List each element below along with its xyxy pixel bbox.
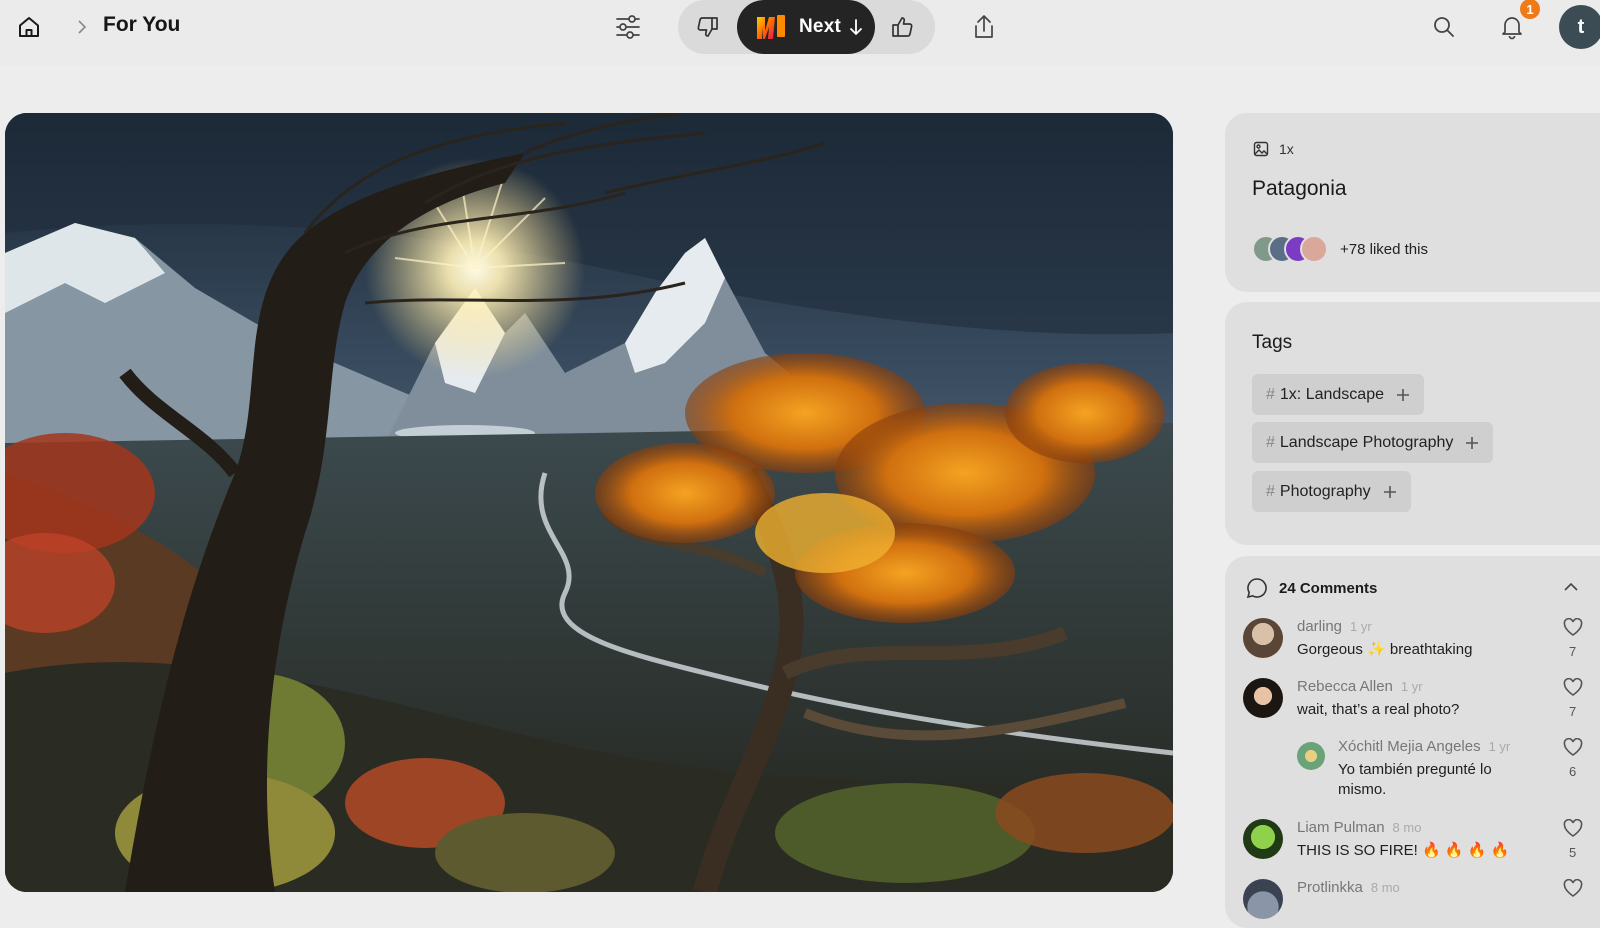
share-icon <box>975 15 993 38</box>
comment-like-count: 6 <box>1569 764 1577 779</box>
tag-hash: # <box>1266 482 1275 500</box>
post-title: Patagonia <box>1252 177 1347 200</box>
share-button[interactable] <box>967 9 1001 45</box>
heart-icon[interactable] <box>1563 678 1583 696</box>
home-icon <box>19 17 39 37</box>
comment-text: THIS IS SO FIRE! 🔥 🔥 🔥 🔥 <box>1297 842 1510 859</box>
comments-panel: 24 Comments darling 1 yr Gorgeous ✨ breat… <box>1225 556 1600 928</box>
comment-author[interactable]: Xóchitl Mejia Angeles 1 yr <box>1338 738 1510 755</box>
image-icon <box>1253 141 1269 157</box>
thumbs-up-icon <box>892 17 913 37</box>
like-button[interactable] <box>886 10 920 44</box>
comment-like-count: 5 <box>1569 845 1577 860</box>
tag-label: 1x: Landscape <box>1279 385 1384 403</box>
comments-count: 24 Comments <box>1279 579 1378 597</box>
tag-chip[interactable]: # 1x: Landscape <box>1252 374 1424 415</box>
author-name: Xóchitl Mejia Angeles <box>1338 738 1481 755</box>
author-name: darling <box>1297 618 1343 635</box>
tag-chip[interactable]: # Photography <box>1252 471 1411 512</box>
commenter-avatar[interactable] <box>1243 618 1283 658</box>
plus-icon[interactable] <box>1383 485 1397 499</box>
comment-time: 1 yr <box>1350 619 1372 634</box>
vote-controls: Next <box>678 0 935 54</box>
brand-logo-icon <box>757 15 785 39</box>
heart-icon[interactable] <box>1563 879 1583 897</box>
home-button[interactable] <box>14 12 44 42</box>
commenter-avatar[interactable] <box>1243 879 1283 919</box>
plus-icon[interactable] <box>1396 388 1410 402</box>
author-name: Rebecca Allen <box>1297 678 1393 695</box>
tag-hash: # <box>1266 385 1275 403</box>
chevron-right-icon <box>78 20 87 34</box>
sliders-icon <box>616 15 640 39</box>
comment-author[interactable]: darling 1 yr <box>1297 618 1372 635</box>
image-count: 1x <box>1253 141 1294 157</box>
dislike-button[interactable] <box>690 10 724 44</box>
comment-time: 8 mo <box>1370 880 1400 895</box>
landscape-photo <box>5 113 1173 892</box>
comments-header: 24 Comments <box>1245 576 1377 600</box>
post-info-panel: 1x Patagonia +78 liked this <box>1225 113 1600 292</box>
heart-icon[interactable] <box>1563 738 1583 756</box>
tag-label: Landscape Photography <box>1279 433 1454 451</box>
next-label: Next <box>799 16 841 37</box>
comment-time: 8 mo <box>1392 820 1422 835</box>
author-name: Liam Pulman <box>1297 819 1385 836</box>
liker-avatar <box>1300 235 1328 263</box>
comment-author[interactable]: Protlinkka 8 mo <box>1297 879 1400 896</box>
comment-text: wait, that’s a real photo? <box>1297 701 1460 718</box>
bell-icon <box>1502 17 1522 40</box>
page-title: For You <box>103 13 181 36</box>
tag-hash: # <box>1266 433 1275 451</box>
comment-text: Yo también pregunté lo mismo. <box>1338 761 1492 798</box>
top-bar: For You Next 1 t <box>0 0 1600 66</box>
comment-like-count: 7 <box>1569 704 1577 719</box>
tags-panel: Tags # 1x: Landscape # Landscape Photogr… <box>1225 302 1600 545</box>
commenter-avatar[interactable] <box>1297 742 1325 770</box>
search-button[interactable] <box>1428 11 1460 43</box>
comment-author[interactable]: Rebecca Allen 1 yr <box>1297 678 1423 695</box>
author-name: Protlinkka <box>1297 879 1363 896</box>
comment-time: 1 yr <box>1400 679 1423 694</box>
search-icon <box>1434 17 1454 37</box>
filter-button[interactable] <box>611 10 645 44</box>
tags-title: Tags <box>1252 332 1293 353</box>
plus-icon[interactable] <box>1465 436 1479 450</box>
comment-author[interactable]: Liam Pulman 8 mo <box>1297 819 1421 836</box>
heart-icon[interactable] <box>1563 618 1583 636</box>
heart-icon[interactable] <box>1563 819 1583 837</box>
commenter-avatar[interactable] <box>1243 678 1283 718</box>
post-image[interactable] <box>5 113 1173 892</box>
commenter-avatar[interactable] <box>1243 819 1283 859</box>
comment-like-count: 7 <box>1569 644 1577 659</box>
comment-text: Gorgeous ✨ breathtaking <box>1297 641 1473 658</box>
image-count-label: 1x <box>1279 141 1294 157</box>
notification-count-badge: 1 <box>1518 0 1542 21</box>
next-button[interactable]: Next <box>737 0 875 54</box>
speech-bubble-icon <box>1246 578 1267 599</box>
thumbs-down-icon <box>697 17 718 37</box>
liked-count: +78 liked this <box>1340 240 1428 258</box>
liked-by[interactable]: +78 liked this <box>1252 235 1428 263</box>
tag-label: Photography <box>1279 482 1371 500</box>
tag-chip[interactable]: # Landscape Photography <box>1252 422 1494 463</box>
arrow-down-icon <box>850 19 862 36</box>
user-avatar[interactable]: t <box>1559 5 1600 49</box>
chevron-up-icon[interactable] <box>1562 580 1580 594</box>
comment-time: 1 yr <box>1488 739 1511 754</box>
